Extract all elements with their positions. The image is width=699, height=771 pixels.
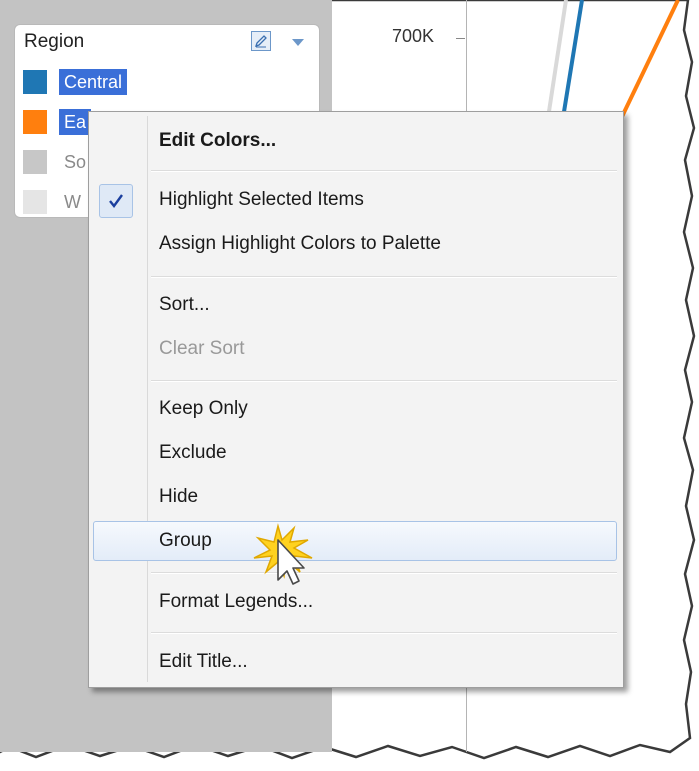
menu-item-label: Highlight Selected Items — [159, 189, 364, 210]
menu-item-sort[interactable]: Sort... — [93, 285, 617, 325]
color-swatch — [23, 150, 47, 174]
menu-item-clear-sort: Clear Sort — [93, 329, 617, 369]
menu-separator — [151, 572, 617, 574]
menu-item-label: Exclude — [159, 442, 227, 463]
legend-context-menu: Edit Colors... Highlight Selected Items … — [88, 111, 624, 688]
menu-item-highlight-selected[interactable]: Highlight Selected Items — [93, 180, 617, 220]
menu-item-label: Clear Sort — [159, 338, 245, 359]
checkmark-icon — [99, 184, 133, 218]
y-axis-tick-label: 700K — [392, 26, 435, 46]
menu-separator — [151, 170, 617, 172]
color-swatch — [23, 70, 47, 94]
menu-item-label: Group — [159, 530, 212, 551]
menu-item-edit-colors[interactable]: Edit Colors... — [93, 121, 617, 161]
legend-item-central[interactable]: Central — [23, 69, 303, 95]
menu-item-edit-title[interactable]: Edit Title... — [93, 642, 617, 682]
menu-item-label: Hide — [159, 486, 199, 507]
color-swatch — [23, 110, 47, 134]
color-swatch — [23, 190, 47, 214]
menu-item-label: Edit Colors... — [159, 130, 277, 151]
legend-item-label: W — [64, 192, 81, 212]
menu-item-label: Assign Highlight Colors to Palette — [159, 233, 441, 254]
legend-item-label: So — [64, 152, 87, 172]
pencil-icon[interactable] — [251, 31, 271, 51]
menu-item-label: Sort... — [159, 294, 210, 315]
legend-item-label: Ea — [59, 109, 92, 135]
menu-separator — [151, 380, 617, 382]
menu-item-hide[interactable]: Hide — [93, 477, 617, 517]
menu-separator — [151, 632, 617, 634]
menu-item-label: Format Legends... — [159, 591, 314, 612]
legend-title: Region — [24, 31, 85, 52]
menu-separator — [151, 276, 617, 278]
chevron-down-icon[interactable] — [292, 39, 304, 46]
y-axis-tick-mark — [456, 38, 465, 39]
menu-item-assign-highlight-colors[interactable]: Assign Highlight Colors to Palette — [93, 224, 617, 264]
legend-item-label: Central — [59, 69, 128, 95]
menu-item-format-legends[interactable]: Format Legends... — [93, 582, 617, 622]
menu-item-label: Edit Title... — [159, 651, 248, 672]
menu-item-keep-only[interactable]: Keep Only — [93, 389, 617, 429]
menu-item-group[interactable]: Group — [93, 521, 617, 561]
menu-item-label: Keep Only — [159, 398, 248, 419]
menu-item-exclude[interactable]: Exclude — [93, 433, 617, 473]
